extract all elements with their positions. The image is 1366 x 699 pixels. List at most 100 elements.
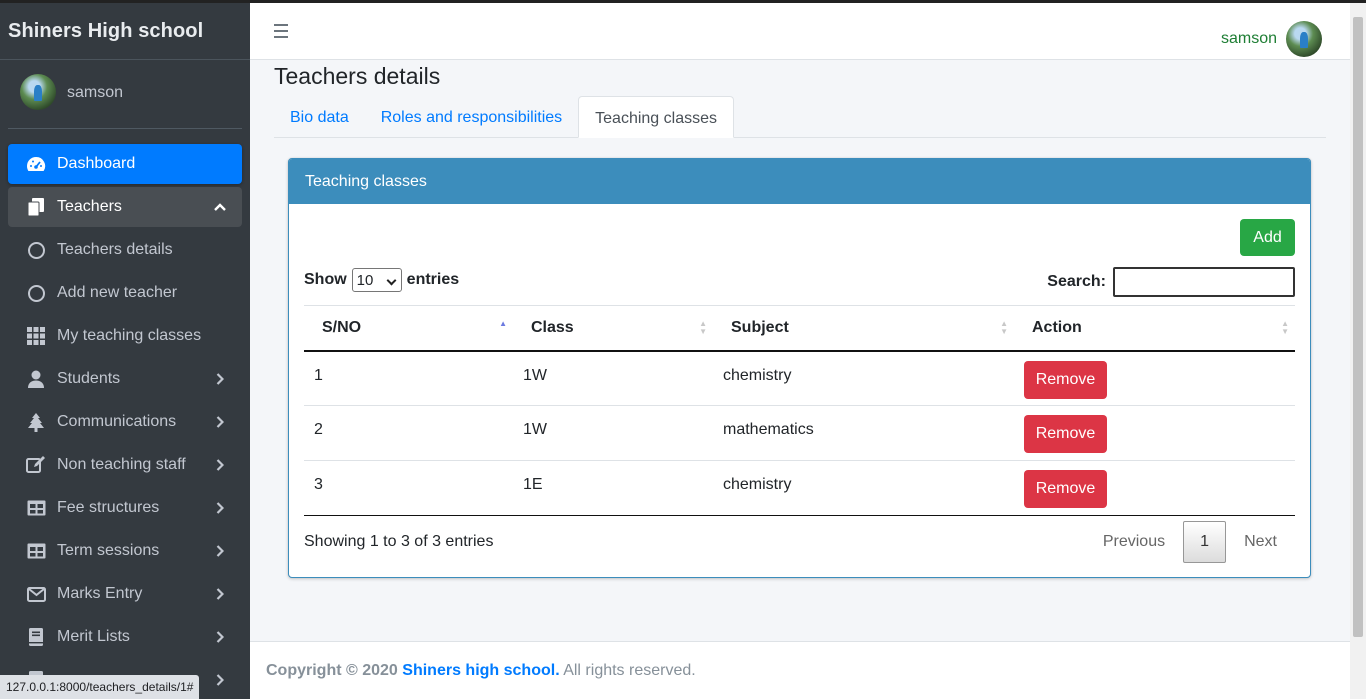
detail-tabs: Bio data Roles and responsibilities Teac… xyxy=(274,96,1326,138)
chevron-right-icon xyxy=(212,545,228,557)
entries-label: entries xyxy=(406,271,460,288)
chevron-right-icon xyxy=(212,459,228,471)
add-button[interactable]: Add xyxy=(1240,219,1295,256)
copy-icon xyxy=(26,197,46,217)
menu-toggle-icon[interactable] xyxy=(274,24,288,38)
sidebar-item-communications[interactable]: Communications xyxy=(8,402,242,442)
footer-school-link[interactable]: Shiners high school. xyxy=(402,662,559,679)
edit-icon xyxy=(26,455,46,475)
envelope-icon xyxy=(26,584,46,604)
remove-button[interactable]: Remove xyxy=(1024,415,1107,453)
show-label: Show xyxy=(304,271,347,288)
navbar-user-name: samson xyxy=(1220,30,1277,47)
sidebar-item-fee-structures[interactable]: Fee structures xyxy=(8,488,242,528)
chevron-right-icon xyxy=(212,373,228,385)
page-title: Teachers details xyxy=(274,63,441,89)
brand-title: Shiners High school xyxy=(8,20,204,42)
card-title: Teaching classes xyxy=(289,159,1310,204)
table-row: 1 1W chemistry Remove xyxy=(304,350,1295,406)
chevron-up-icon xyxy=(212,203,228,211)
sidebar-item-term-sessions[interactable]: Term sessions xyxy=(8,531,242,571)
sidebar-item-label: Marks Entry xyxy=(57,585,143,602)
table-icon xyxy=(26,498,46,518)
entries-length-control: Show 10 entries xyxy=(304,268,459,292)
sidebar-item-merit-lists[interactable]: Merit Lists xyxy=(8,617,242,657)
sidebar-item-my-teaching-classes[interactable]: My teaching classes xyxy=(8,316,242,356)
book-icon xyxy=(26,627,46,647)
sidebar-item-label: Teachers xyxy=(57,198,122,215)
teaching-classes-table: S/NO ▲ Class ▲▼ Subject ▲▼ Action ▲▼ xyxy=(304,305,1295,516)
column-header-sno[interactable]: S/NO ▲ xyxy=(304,305,513,352)
sidebar-item-label: Term sessions xyxy=(57,542,160,559)
cell-class: 1W xyxy=(513,405,713,461)
table-row: 3 1E chemistry Remove xyxy=(304,460,1295,516)
entries-select[interactable]: 10 xyxy=(351,268,402,292)
cell-sno: 1 xyxy=(304,350,513,406)
user-icon xyxy=(26,369,46,389)
sidebar-item-students[interactable]: Students xyxy=(8,359,242,399)
window-top-border xyxy=(0,0,1366,3)
chevron-right-icon xyxy=(212,416,228,428)
sidebar-item-teachers-details[interactable]: Teachers details xyxy=(8,230,242,270)
sidebar-item-non-teaching-staff[interactable]: Non teaching staff xyxy=(8,445,242,485)
sidebar-item-marks-entry[interactable]: Marks Entry xyxy=(8,574,242,614)
teaching-classes-card: Teaching classes Add Show 10 entries Sea… xyxy=(288,158,1311,578)
sidebar-item-label: Dashboard xyxy=(57,155,136,172)
chevron-right-icon xyxy=(212,631,228,643)
dashboard-icon xyxy=(26,154,46,174)
table-info: Showing 1 to 3 of 3 entries xyxy=(304,533,494,550)
navbar-user-avatar xyxy=(1286,21,1322,57)
sort-icon: ▲ ▼ xyxy=(1000,319,1008,336)
circle-icon xyxy=(26,240,46,260)
sidebar-item-label: My teaching classes xyxy=(57,327,202,344)
cell-class: 1E xyxy=(513,460,713,516)
tab-roles-responsibilities[interactable]: Roles and responsibilities xyxy=(365,96,578,138)
cell-action: Remove xyxy=(1014,405,1295,461)
pagination-page-current[interactable]: 1 xyxy=(1183,521,1227,563)
remove-button[interactable]: Remove xyxy=(1024,360,1107,399)
tab-teaching-classes[interactable]: Teaching classes xyxy=(578,96,734,138)
user-avatar xyxy=(20,74,56,110)
pagination-previous[interactable]: Previous xyxy=(1085,533,1183,551)
column-header-class[interactable]: Class ▲ ▼ xyxy=(513,305,713,352)
chevron-right-icon xyxy=(212,502,228,514)
sort-icon: ▲ ▼ xyxy=(1281,319,1289,336)
table-row: 2 1W mathematics Remove xyxy=(304,405,1295,461)
cell-sno: 3 xyxy=(304,460,513,516)
page-scrollbar[interactable] xyxy=(1350,3,1366,699)
cell-subject: chemistry xyxy=(713,460,1014,516)
table-icon xyxy=(26,541,46,561)
brand-link[interactable]: Shiners High school xyxy=(0,3,250,60)
cell-sno: 2 xyxy=(304,405,513,461)
column-header-action[interactable]: Action ▲ ▼ xyxy=(1014,305,1295,352)
cell-action: Remove xyxy=(1014,350,1295,406)
pagination-next[interactable]: Next xyxy=(1226,533,1295,551)
search-label: Search: xyxy=(1047,273,1106,290)
top-navbar: samson xyxy=(250,3,1350,60)
navbar-user-menu[interactable]: samson xyxy=(1221,21,1322,57)
tab-bio-data[interactable]: Bio data xyxy=(274,96,365,138)
sidebar-item-dashboard[interactable]: Dashboard xyxy=(8,144,242,184)
footer-copyright: Copyright © 2020 xyxy=(266,662,398,679)
sidebar-item-add-new-teacher[interactable]: Add new teacher xyxy=(8,273,242,313)
user-panel[interactable]: samson xyxy=(8,60,242,129)
footer-rights: All rights reserved. xyxy=(563,662,696,679)
sidebar-item-label: Communications xyxy=(57,413,177,430)
scrollbar-thumb[interactable] xyxy=(1353,17,1363,637)
sidebar-item-label: Students xyxy=(57,370,121,387)
sidebar-item-label: Teachers details xyxy=(57,241,173,258)
pagination: Previous 1 Next xyxy=(1085,521,1295,563)
remove-button[interactable]: Remove xyxy=(1024,470,1107,508)
search-input[interactable] xyxy=(1113,267,1295,297)
sidebar-item-teachers[interactable]: Teachers xyxy=(8,187,242,227)
cell-subject: chemistry xyxy=(713,350,1014,406)
sidebar-item-label: Add new teacher xyxy=(57,284,178,301)
sort-icon: ▲ ▼ xyxy=(699,319,707,336)
sidebar-item-label: Non teaching staff xyxy=(57,456,186,473)
column-header-subject[interactable]: Subject ▲ ▼ xyxy=(713,305,1014,352)
content-wrapper: Teachers details Bio data Roles and resp… xyxy=(250,60,1350,641)
sidebar-item-label: Merit Lists xyxy=(57,628,130,645)
main-sidebar: Shiners High school samson Dashboard Tea… xyxy=(0,3,250,699)
chevron-right-icon xyxy=(212,674,228,686)
sidebar-nav: Dashboard Teachers Teachers details Add … xyxy=(8,144,242,699)
